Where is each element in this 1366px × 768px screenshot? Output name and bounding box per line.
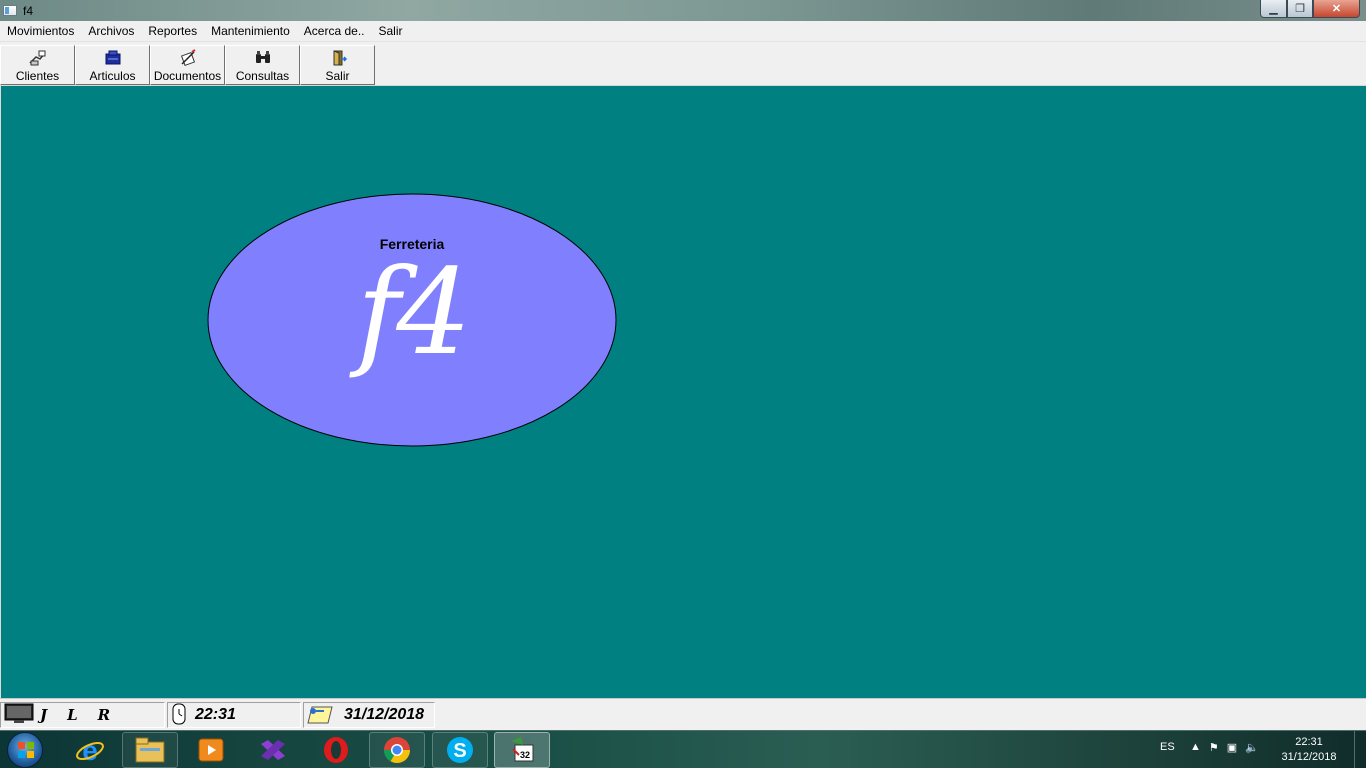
taskbar-date: 31/12/2018 bbox=[1281, 751, 1337, 763]
salir-button[interactable]: Salir bbox=[300, 45, 375, 85]
toolbar: Clientes Articulos Documentos Consultas … bbox=[0, 42, 1366, 86]
salir-label: Salir bbox=[325, 69, 350, 83]
documentos-button[interactable]: Documentos bbox=[150, 45, 225, 85]
monitor-icon bbox=[4, 703, 34, 728]
clientes-label: Clientes bbox=[15, 69, 60, 83]
file-explorer-icon[interactable] bbox=[122, 732, 178, 768]
menu-archivos[interactable]: Archivos bbox=[81, 24, 141, 38]
window-controls: ▁ ❐ ✕ bbox=[1260, 0, 1360, 18]
window-title: f4 bbox=[23, 3, 34, 18]
skype-icon[interactable]: S bbox=[432, 732, 488, 768]
action-center-flag-icon[interactable]: ⚑ bbox=[1209, 741, 1219, 754]
articles-icon bbox=[103, 49, 123, 67]
chrome-icon[interactable] bbox=[369, 732, 425, 768]
clock-icon bbox=[171, 703, 187, 728]
menu-reportes[interactable]: Reportes bbox=[141, 24, 204, 38]
tray-icons: ▲ ⚑ ▣ 🔈 bbox=[1190, 741, 1259, 754]
visual-studio-icon[interactable] bbox=[245, 732, 301, 768]
documentos-label: Documentos bbox=[153, 69, 222, 83]
status-panel-date: 31/12/2018 bbox=[303, 702, 435, 728]
documents-icon bbox=[178, 49, 198, 67]
status-date: 31/12/2018 bbox=[344, 706, 425, 723]
exit-door-icon bbox=[328, 49, 348, 67]
close-button[interactable]: ✕ bbox=[1313, 0, 1360, 18]
binoculars-icon bbox=[253, 49, 273, 67]
menu-movimientos[interactable]: Movimientos bbox=[0, 24, 81, 38]
logo-text: f4 bbox=[356, 243, 472, 381]
articulos-label: Articulos bbox=[89, 69, 136, 83]
opera-icon[interactable] bbox=[308, 732, 364, 768]
status-letter-r: R bbox=[97, 706, 111, 724]
network-icon[interactable]: ▣ bbox=[1227, 741, 1237, 754]
restore-button[interactable]: ❐ bbox=[1287, 0, 1313, 18]
mdi-workspace: Ferreteria f4 bbox=[0, 86, 1366, 698]
consultas-label: Consultas bbox=[235, 69, 290, 83]
svg-text:e: e bbox=[82, 735, 98, 765]
status-panel-letters: J L R bbox=[0, 702, 165, 728]
language-indicator[interactable]: ES bbox=[1160, 741, 1175, 753]
svg-text:S: S bbox=[453, 740, 466, 762]
taskbar-time: 22:31 bbox=[1295, 736, 1323, 748]
minimize-button[interactable]: ▁ bbox=[1260, 0, 1287, 18]
title-bar: f4 ▁ ❐ ✕ bbox=[0, 0, 1366, 21]
system-tray: ES ▲ ⚑ ▣ 🔈 22:31 31/12/2018 bbox=[1126, 731, 1366, 768]
taskbar: e S 32 ES ▲ ⚑ ▣ 🔈 22:31 31/12/2018 bbox=[0, 730, 1366, 768]
status-bar: J L R 22:31 31/12/2018 bbox=[0, 698, 1366, 730]
menu-bar: Movimientos Archivos Reportes Mantenimie… bbox=[0, 21, 1366, 42]
status-letter-l: L bbox=[67, 706, 78, 724]
taskbar-clock[interactable]: 22:31 31/12/2018 bbox=[1272, 735, 1346, 765]
status-panel-time: 22:31 bbox=[167, 702, 301, 728]
volume-icon[interactable]: 🔈 bbox=[1245, 741, 1259, 754]
status-time: 22:31 bbox=[195, 706, 236, 723]
menu-acerca-de[interactable]: Acerca de.. bbox=[297, 24, 372, 38]
show-desktop-button[interactable] bbox=[1354, 731, 1366, 768]
articulos-button[interactable]: Articulos bbox=[75, 45, 150, 85]
menu-salir[interactable]: Salir bbox=[372, 24, 410, 38]
calendar-icon bbox=[306, 703, 336, 728]
start-button[interactable] bbox=[7, 732, 43, 768]
clients-icon bbox=[28, 49, 48, 67]
media-player-icon[interactable] bbox=[183, 732, 239, 768]
app-logo: Ferreteria f4 bbox=[207, 193, 617, 447]
internet-explorer-icon[interactable]: e bbox=[62, 732, 118, 768]
status-letter-j: J bbox=[40, 706, 48, 724]
consultas-button[interactable]: Consultas bbox=[225, 45, 300, 85]
f4-app-icon[interactable]: 32 bbox=[494, 732, 550, 768]
clientes-button[interactable]: Clientes bbox=[0, 45, 75, 85]
svg-text:32: 32 bbox=[520, 750, 530, 760]
menu-mantenimiento[interactable]: Mantenimiento bbox=[204, 24, 297, 38]
show-hidden-icons-icon[interactable]: ▲ bbox=[1190, 741, 1201, 754]
app-window-icon[interactable] bbox=[3, 5, 17, 16]
